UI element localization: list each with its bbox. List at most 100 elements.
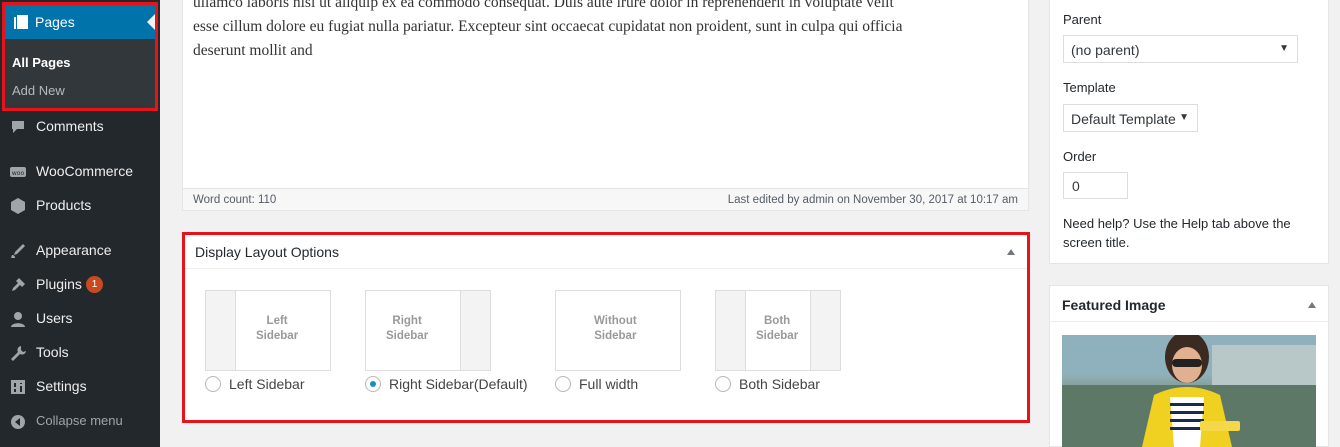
radio-button-selected[interactable] [365,376,381,392]
caption-line: Sidebar [256,330,299,342]
caption-line: Sidebar [756,330,799,342]
template-select[interactable]: Default Template ▼ [1063,104,1198,132]
select-value: Default Template [1071,111,1176,127]
sidebar-item-settings[interactable]: Settings [0,372,160,402]
metabox-title: Display Layout Options [195,244,339,260]
order-label: Order [1063,149,1097,164]
admin-sidebar: Pages All Pages Add New Comments woo Woo… [0,0,160,447]
woocommerce-icon: woo [10,167,26,177]
thumbnail-caption: Right Sidebar [386,314,428,344]
radio-button[interactable] [205,376,221,392]
page-attributes-metabox: Parent (no parent) ▼ Template Default Te… [1049,0,1329,264]
layout-thumbnail[interactable]: Right Sidebar [365,290,491,371]
metabox-title: Featured Image [1062,297,1166,313]
parent-label: Parent [1063,12,1102,27]
radio-button[interactable] [555,376,571,392]
thumbnail-sidebar [460,291,490,370]
layout-option-both-sidebar[interactable]: Both Sidebar [715,290,841,371]
appearance-icon [11,244,25,258]
layout-thumbnail[interactable]: Left Sidebar [205,290,331,371]
help-text: Need help? Use the Help tab above the sc… [1063,216,1291,250]
word-count: Word count: 110 [193,194,277,206]
sidebar-item-label: Tools [36,344,69,360]
sidebar-item-users[interactable]: Users [0,304,160,334]
sidebar-item-label: Pages [35,14,75,30]
layout-thumbnail[interactable]: Without Sidebar [555,290,681,371]
content-editor[interactable]: ullamco laboris nisi ut aliquip ex ea co… [182,0,1029,211]
sidebar-item-label: Settings [36,378,87,394]
pages-icon [14,15,28,29]
submenu-add-new[interactable]: Add New [12,83,65,98]
caption-line: Right [392,315,422,327]
thumbnail-caption: Both Sidebar [756,314,798,344]
editor-status-bar: Word count: 110 Last edited by admin on … [183,188,1028,210]
radio-label[interactable]: Full width [579,376,638,392]
layout-option-left-sidebar[interactable]: Left Sidebar [205,290,331,371]
current-menu-pointer [147,14,155,30]
sidebar-item-comments[interactable]: Comments [0,112,160,142]
editor-content[interactable]: ullamco laboris nisi ut aliquip ex ea co… [193,0,1023,63]
update-count-badge: 1 [86,276,103,293]
chevron-down-icon: ▼ [1279,43,1289,54]
pages-menu-group: Pages All Pages Add New [2,2,158,111]
collapse-arrow-icon[interactable] [1308,302,1316,308]
sidebar-item-label: Comments [36,118,104,134]
input-value: 0 [1072,178,1080,194]
metabox-header[interactable]: Display Layout Options [185,235,1027,269]
collapse-menu-button[interactable]: Collapse menu [0,407,160,437]
submenu-all-pages[interactable]: All Pages [12,55,71,70]
editor-line: esse cillum dolore eu fugiat nulla paria… [193,18,903,35]
layout-options-metabox: Display Layout Options Left Sidebar Left… [182,232,1030,423]
layout-option-right-sidebar[interactable]: Right Sidebar [365,290,491,371]
caption-line: Both [764,315,791,327]
order-input[interactable]: 0 [1063,172,1128,199]
collapse-arrow-icon[interactable] [1007,249,1015,255]
caption-line: Sidebar [386,330,429,342]
thumbnail-sidebar [810,291,840,370]
caption-line: Sidebar [594,330,637,342]
sidebar-item-label: Plugins [36,276,82,292]
sidebar-item-label: WooCommerce [36,163,133,179]
sidebar-item-plugins[interactable]: Plugins 1 [0,270,160,300]
sidebar-item-woocommerce[interactable]: woo WooCommerce [0,157,160,187]
sidebar-item-tools[interactable]: Tools [0,338,160,368]
sidebar-item-label: Products [36,197,92,213]
collapse-icon [11,415,25,429]
featured-image-metabox: Featured Image [1049,285,1329,447]
template-label: Template [1063,80,1116,95]
tools-icon [11,346,26,361]
last-edited: Last edited by admin on November 30, 201… [727,194,1018,206]
radio-label[interactable]: Both Sidebar [739,376,820,392]
select-value: (no parent) [1071,42,1140,58]
sidebar-item-pages[interactable]: Pages [5,5,155,39]
editor-line: deserunt mollit and [193,42,313,59]
layout-thumbnail[interactable]: Both Sidebar [715,290,841,371]
layout-option-full-width[interactable]: Without Sidebar [555,290,681,371]
parent-select[interactable]: (no parent) ▼ [1063,35,1298,63]
featured-photo [1062,335,1316,447]
sidebar-item-label: Users [36,310,73,326]
thumbnail-caption: Without Sidebar [594,314,637,344]
users-icon [11,312,25,327]
featured-image-thumbnail[interactable] [1062,335,1316,447]
plugins-icon [12,278,25,291]
metabox-header[interactable]: Featured Image [1050,286,1328,322]
svg-text:woo: woo [12,170,25,177]
radio-button[interactable] [715,376,731,392]
chevron-down-icon: ▼ [1179,112,1189,123]
settings-icon [11,380,25,394]
thumbnail-sidebar [716,291,746,370]
radio-label[interactable]: Left Sidebar [229,376,305,392]
caption-line: Without [594,315,637,327]
sidebar-item-appearance[interactable]: Appearance [0,236,160,266]
collapse-menu-label: Collapse menu [36,413,123,428]
caption-line: Left [266,315,288,327]
radio-label[interactable]: Right Sidebar(Default) [389,376,528,392]
thumbnail-sidebar [206,291,236,370]
sidebar-item-products[interactable]: Products [0,191,160,221]
sidebar-item-label: Appearance [36,242,112,258]
thumbnail-caption: Left Sidebar [256,314,298,344]
comments-icon [12,121,24,133]
editor-line: ullamco laboris nisi ut aliquip ex ea co… [193,0,894,11]
products-icon [11,198,25,214]
